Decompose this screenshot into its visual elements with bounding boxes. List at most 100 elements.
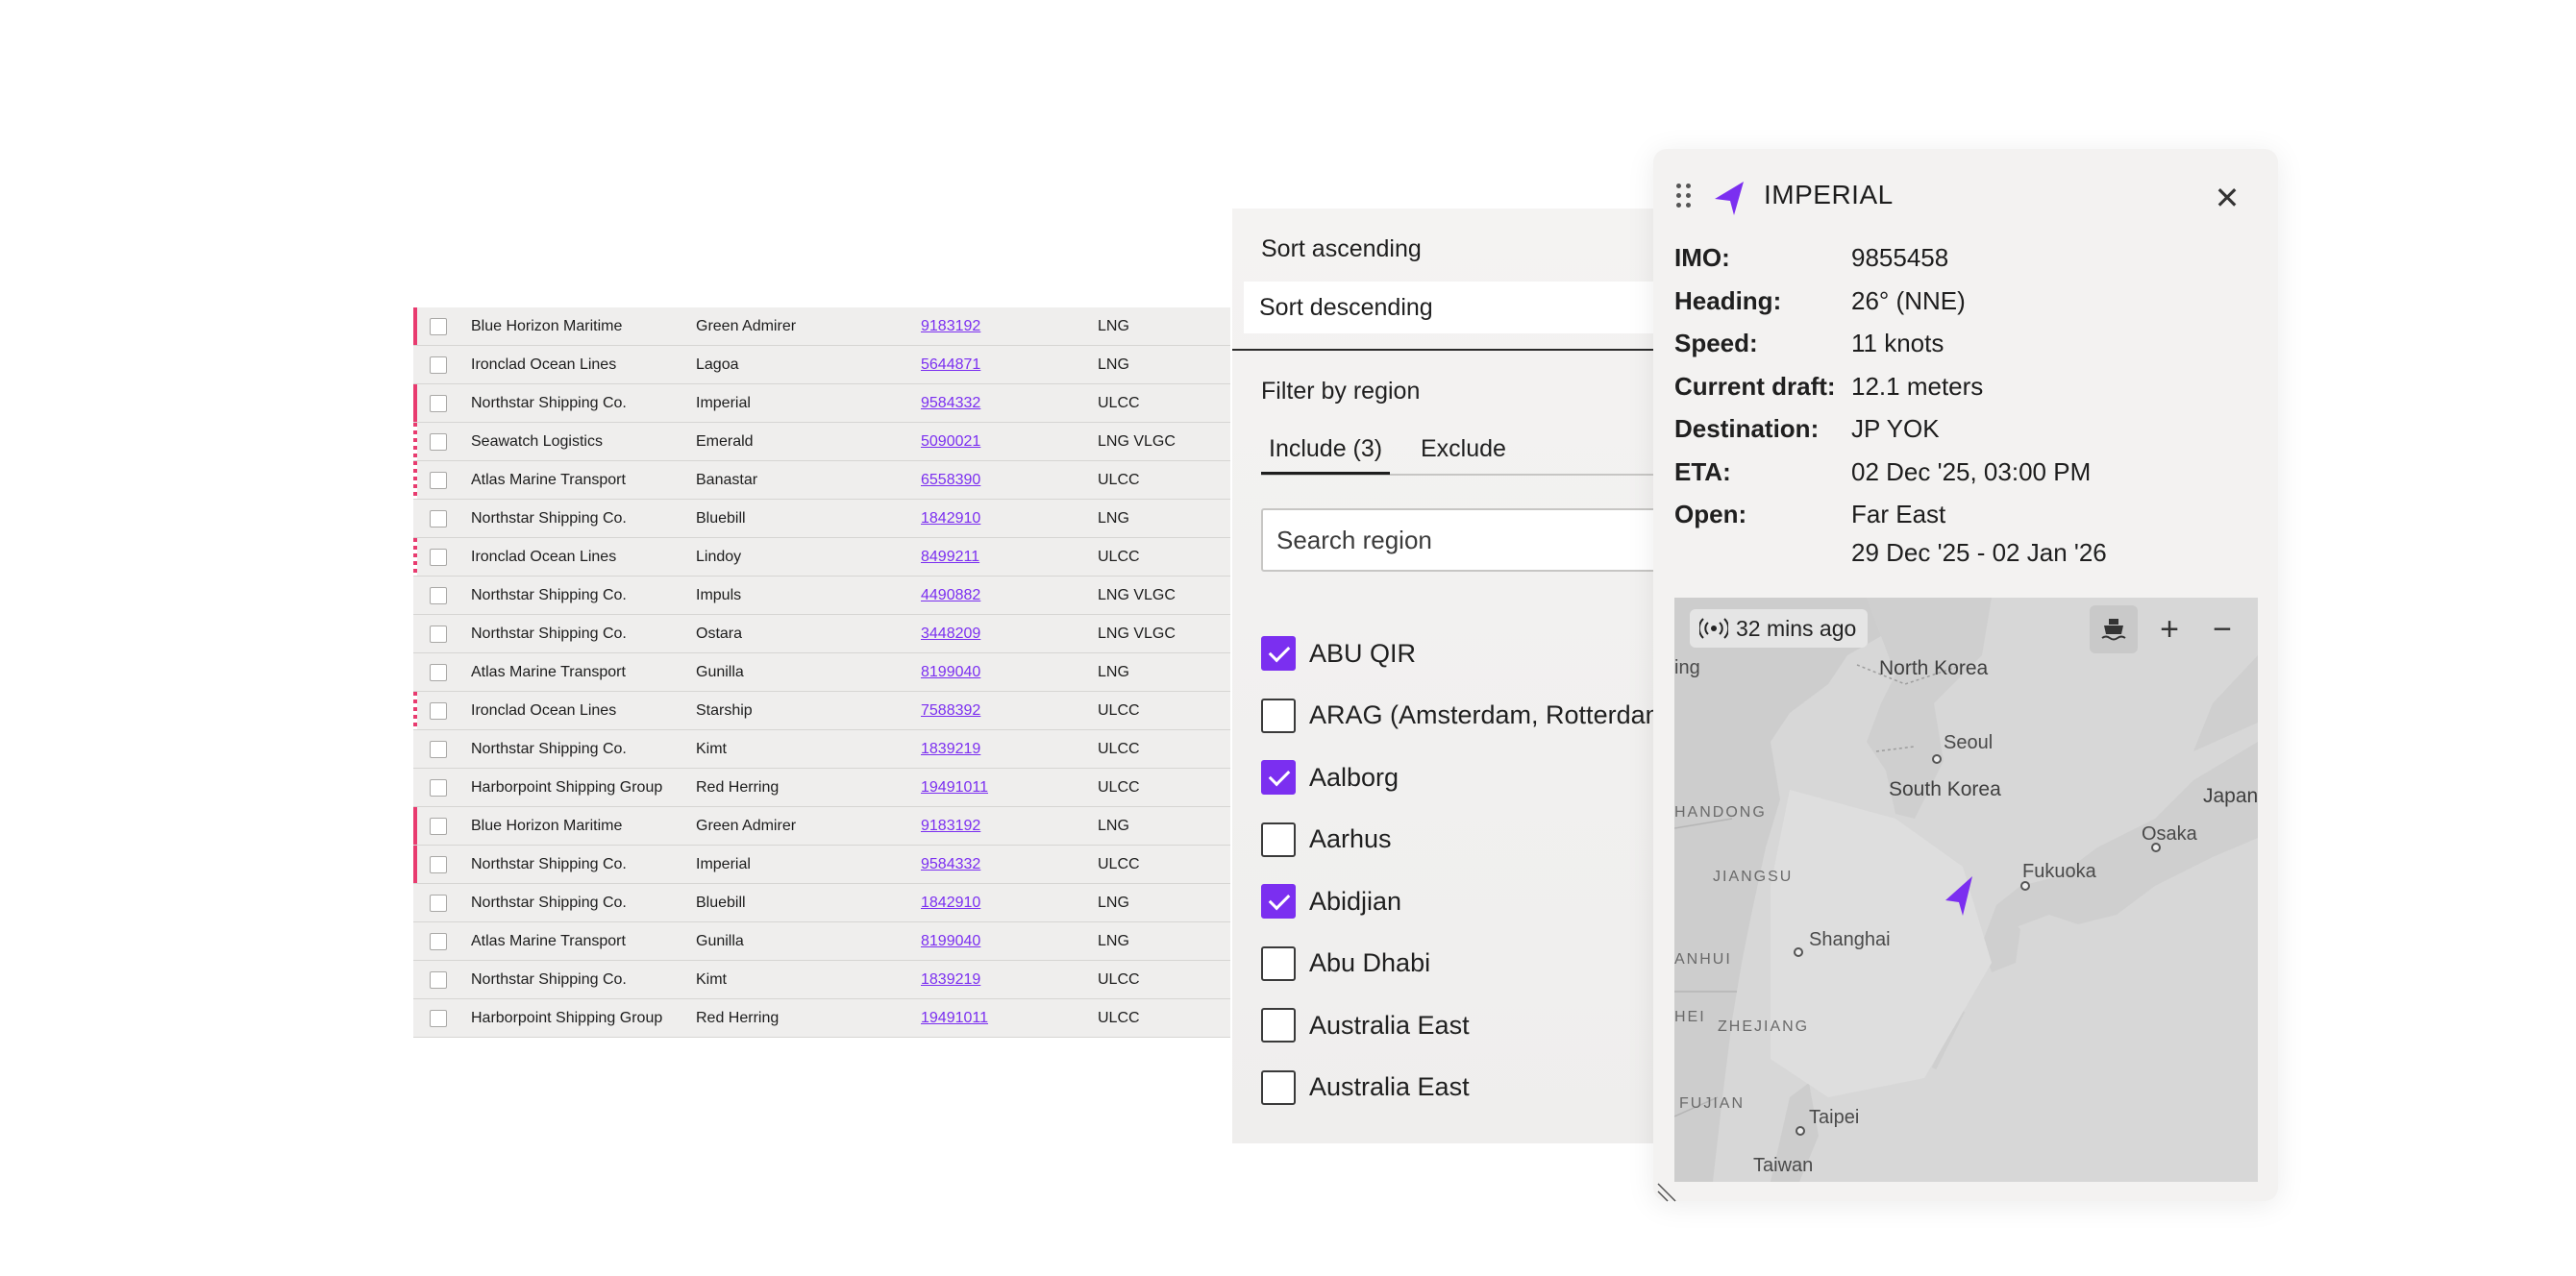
imo-link[interactable]: 8499211	[921, 549, 979, 566]
row-checkbox[interactable]	[430, 894, 447, 912]
imo-link[interactable]: 9183192	[921, 318, 980, 335]
row-checkbox[interactable]	[430, 394, 447, 412]
imo-link[interactable]: 1839219	[921, 741, 980, 758]
imo-link[interactable]: 8199040	[921, 933, 980, 950]
region-option[interactable]: Australia East	[1261, 1068, 1470, 1107]
region-checkbox[interactable]	[1261, 822, 1296, 857]
table-row[interactable]: Northstar Shipping Co. Imperial 9584332 ULC…	[413, 846, 1230, 884]
region-checkbox[interactable]	[1261, 698, 1296, 733]
imo-link[interactable]: 19491011	[921, 779, 988, 797]
region-checkbox[interactable]	[1261, 1069, 1296, 1105]
region-option[interactable]: ARAG (Amsterdam, Rotterdam, Antwerp, Ghe…	[1261, 697, 1655, 735]
row-checkbox[interactable]	[430, 1009, 447, 1027]
table-row[interactable]: Northstar Shipping Co. Impuls 4490882 LNG V…	[413, 577, 1230, 615]
table-row[interactable]: Northstar Shipping Co. Kimt 1839219 ULCC	[413, 730, 1230, 769]
owner-cell: Harborpoint Shipping Group	[471, 778, 663, 796]
row-checkbox[interactable]	[430, 356, 447, 374]
table-row[interactable]: Northstar Shipping Co. Ostara 3448209 LNG V…	[413, 615, 1230, 653]
vessel-name-cell: Red Herring	[696, 1009, 780, 1026]
region-option[interactable]: ABU QIR	[1261, 634, 1416, 673]
imo-link[interactable]: 6558390	[921, 472, 980, 489]
resize-grip-icon[interactable]	[1656, 1182, 1677, 1203]
imo-link[interactable]: 7588392	[921, 702, 980, 720]
row-checkbox[interactable]	[430, 625, 447, 643]
table-row[interactable]: Harborpoint Shipping Group Red Herring 194…	[413, 999, 1230, 1038]
region-checkbox[interactable]	[1261, 884, 1296, 919]
sort-descending-option[interactable]: Sort descending	[1244, 282, 1655, 333]
vessel-name-cell: Imperial	[696, 855, 751, 872]
table-row[interactable]: Atlas Marine Transport Banastar 6558390 ULC…	[413, 461, 1230, 500]
row-checkbox[interactable]	[430, 740, 447, 758]
imo-link[interactable]: 9584332	[921, 856, 980, 873]
vessel-map[interactable]: ing North Korea Seoul HANDONG South Kore…	[1674, 598, 2258, 1182]
tab-exclude[interactable]: Exclude	[1421, 435, 1506, 463]
region-label: Abidjian	[1309, 886, 1402, 916]
table-row[interactable]: Northstar Shipping Co. Kimt 1839219 ULCC	[413, 961, 1230, 999]
map-label: South Korea	[1889, 778, 2001, 800]
region-checkbox[interactable]	[1261, 945, 1296, 981]
table-row[interactable]: Ironclad Ocean Lines Lindoy 8499211 ULCC	[413, 538, 1230, 577]
region-option[interactable]: Abu Dhabi	[1261, 945, 1430, 983]
imo-link[interactable]: 4490882	[921, 587, 980, 604]
imo-link[interactable]: 9584332	[921, 395, 980, 412]
imo-link[interactable]: 3448209	[921, 626, 980, 643]
row-checkbox[interactable]	[430, 855, 447, 873]
table-row[interactable]: Blue Horizon Maritime Green Admirer 918319…	[413, 807, 1230, 846]
vessel-type-cell: LNG VLGC	[1098, 625, 1176, 642]
imo-link[interactable]: 1842910	[921, 510, 980, 528]
region-option[interactable]: Australia East	[1261, 1006, 1470, 1044]
owner-cell: Northstar Shipping Co.	[471, 586, 627, 603]
sort-ascending-option[interactable]: Sort ascending	[1246, 223, 1655, 275]
map-label: Taipei	[1809, 1107, 1860, 1128]
map-label: North Korea	[1879, 657, 1989, 679]
imo-link[interactable]: 5644871	[921, 356, 980, 374]
row-checkbox[interactable]	[430, 701, 447, 720]
region-option[interactable]: Aarhus	[1261, 821, 1392, 859]
imo-link[interactable]: 1839219	[921, 971, 980, 989]
ship-icon	[2101, 619, 2126, 641]
row-checkbox[interactable]	[430, 432, 447, 451]
region-checkbox[interactable]	[1261, 760, 1296, 795]
row-checkbox[interactable]	[430, 970, 447, 989]
table-row[interactable]: Harborpoint Shipping Group Red Herring 194…	[413, 769, 1230, 807]
table-row[interactable]: Blue Horizon Maritime Green Admirer 918319…	[413, 307, 1230, 346]
table-row[interactable]: Ironclad Ocean Lines Lagoa 5644871 LNG	[413, 346, 1230, 384]
table-row[interactable]: Ironclad Ocean Lines Starship 7588392 ULCC	[413, 692, 1230, 730]
row-checkbox[interactable]	[430, 509, 447, 528]
region-label: Australia East	[1309, 1010, 1470, 1040]
region-option[interactable]: Aalborg	[1261, 758, 1399, 797]
row-checkbox[interactable]	[430, 471, 447, 489]
table-row[interactable]: Northstar Shipping Co. Bluebill 1842910 LNG	[413, 884, 1230, 922]
search-region-input[interactable]: Search region	[1261, 508, 1655, 572]
row-checkbox[interactable]	[430, 932, 447, 950]
vessel-info-row: Current draft: 12.1 meters	[1674, 372, 1983, 402]
imo-link[interactable]: 5090021	[921, 433, 980, 451]
imo-link[interactable]: 9183192	[921, 818, 980, 835]
vessel-layer-button[interactable]	[2090, 605, 2138, 653]
tab-include[interactable]: Include (3)	[1261, 435, 1391, 475]
row-checkbox[interactable]	[430, 817, 447, 835]
table-row[interactable]: Atlas Marine Transport Gunilla 8199040 LNG	[413, 653, 1230, 692]
zoom-in-button[interactable]: +	[2145, 605, 2193, 653]
zoom-out-button[interactable]: −	[2198, 605, 2246, 653]
owner-cell: Northstar Shipping Co.	[471, 740, 627, 757]
drag-handle-icon[interactable]	[1676, 184, 1696, 212]
map-label: ANHUI	[1674, 951, 1732, 968]
table-row[interactable]: Northstar Shipping Co. Imperial 9584332 ULC…	[413, 384, 1230, 423]
row-checkbox[interactable]	[430, 548, 447, 566]
close-icon[interactable]: ✕	[2213, 183, 2242, 213]
region-option[interactable]: Abidjian	[1261, 882, 1401, 920]
row-checkbox[interactable]	[430, 586, 447, 604]
map-label: HANDONG	[1674, 804, 1767, 821]
imo-link[interactable]: 19491011	[921, 1010, 988, 1027]
row-checkbox[interactable]	[430, 778, 447, 797]
table-row[interactable]: Atlas Marine Transport Gunilla 8199040 LNG	[413, 922, 1230, 961]
table-row[interactable]: Seawatch Logistics Emerald 5090021 LNG VLGC	[413, 423, 1230, 461]
imo-link[interactable]: 1842910	[921, 895, 980, 912]
region-checkbox[interactable]	[1261, 636, 1296, 671]
row-checkbox[interactable]	[430, 663, 447, 681]
table-row[interactable]: Northstar Shipping Co. Bluebill 1842910 LNG	[413, 500, 1230, 538]
row-checkbox[interactable]	[430, 317, 447, 335]
imo-link[interactable]: 8199040	[921, 664, 980, 681]
region-checkbox[interactable]	[1261, 1008, 1296, 1043]
